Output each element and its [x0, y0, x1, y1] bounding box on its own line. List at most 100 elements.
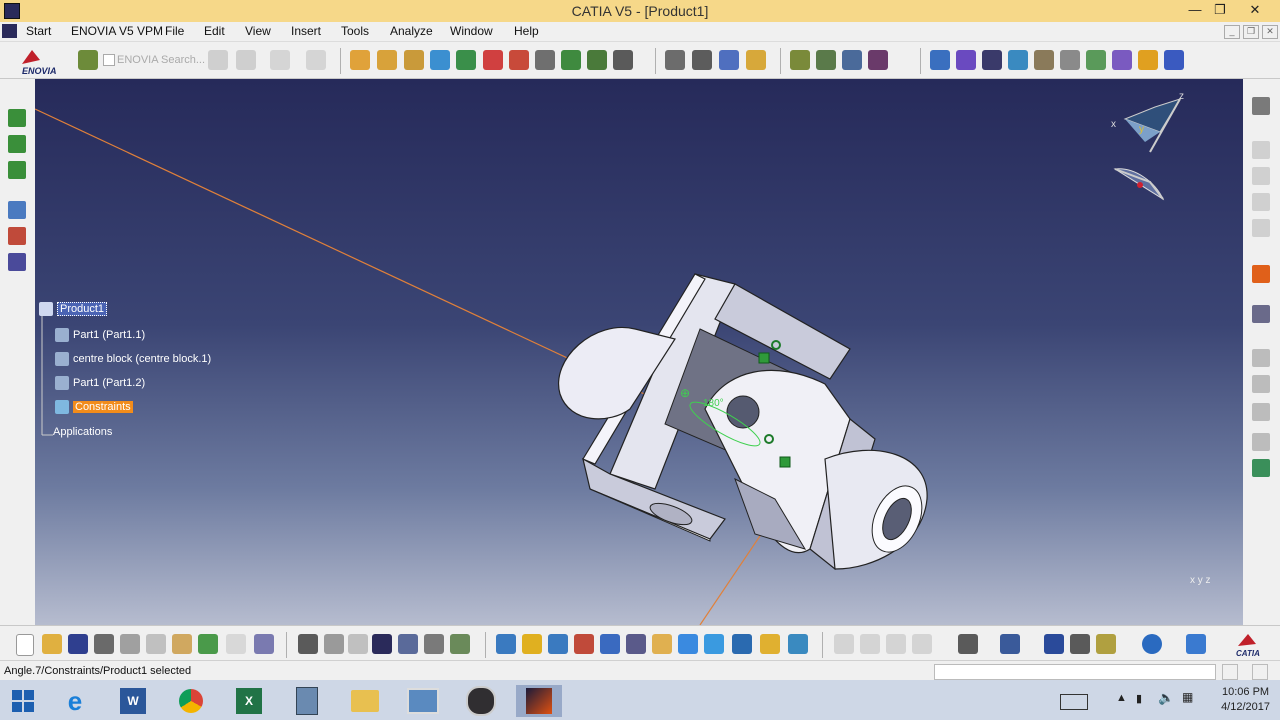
save-icon[interactable] [68, 634, 88, 654]
volume-icon[interactable]: 🔈 [1158, 690, 1174, 706]
table-icon[interactable] [372, 634, 392, 654]
assembly-tool-icon[interactable] [8, 109, 26, 127]
pan-icon[interactable] [548, 634, 568, 654]
keyboard-icon[interactable] [1060, 694, 1088, 710]
3d-viewport[interactable]: ⊕ 180° x y z x y z Product1 Part1 (Part1… [35, 79, 1243, 625]
clash-icon[interactable] [561, 50, 581, 70]
tree-node-part1-1[interactable]: Part1 (Part1.1) [55, 328, 145, 342]
menu-analyze[interactable]: Analyze [390, 24, 433, 38]
isometric-view-icon[interactable] [704, 634, 724, 654]
update-icon[interactable] [1138, 50, 1158, 70]
3d-annotation-icon[interactable] [1252, 433, 1270, 451]
axis-icon[interactable] [1252, 349, 1270, 367]
constraint-offset-icon[interactable] [719, 50, 739, 70]
photos-icon[interactable] [400, 685, 446, 717]
explorer-icon[interactable] [342, 685, 388, 717]
tree-node-centre-block[interactable]: centre block (centre block.1) [55, 352, 211, 366]
gear-icon[interactable] [377, 50, 397, 70]
constraint-tool-icon[interactable] [8, 227, 26, 245]
settings-icon[interactable] [1252, 97, 1270, 115]
fly-mode-icon[interactable] [496, 634, 516, 654]
properties-icon[interactable] [1112, 50, 1132, 70]
lock-icon[interactable] [424, 634, 444, 654]
measure-item-icon[interactable] [1070, 634, 1090, 654]
ie-icon[interactable]: e [52, 685, 98, 717]
layer-icon[interactable] [1186, 634, 1206, 654]
help-icon[interactable] [254, 634, 274, 654]
constraint-coincidence-icon[interactable] [665, 50, 685, 70]
cut-icon[interactable] [120, 634, 140, 654]
enovia-search-label[interactable]: ENOVIA Search... [117, 54, 205, 66]
sort-icon[interactable] [450, 634, 470, 654]
obs-icon[interactable] [458, 685, 504, 717]
signal-icon[interactable]: ▮ [1136, 692, 1142, 705]
mdi-minimize-button[interactable]: _ [1224, 25, 1240, 39]
network-icon[interactable]: ▦ [1182, 690, 1193, 704]
search-checkbox[interactable] [103, 54, 115, 66]
open-folder-icon[interactable] [42, 634, 62, 654]
catalog-icon[interactable] [1086, 50, 1106, 70]
constraint-angle-icon[interactable] [746, 50, 766, 70]
menu-file[interactable]: File [165, 24, 184, 38]
status-button[interactable] [1252, 664, 1268, 680]
measure-icon[interactable] [816, 50, 836, 70]
inertia-icon[interactable] [1096, 634, 1116, 654]
part-icon[interactable] [982, 50, 1002, 70]
compass-widget[interactable]: x y z [1105, 87, 1205, 207]
constraint-contact-icon[interactable] [692, 50, 712, 70]
windows-start-button[interactable] [0, 685, 46, 717]
tray-up-arrow-icon[interactable]: ▲ [1116, 692, 1127, 704]
move-icon[interactable] [1008, 50, 1028, 70]
fix-icon[interactable] [1034, 50, 1054, 70]
reorder-icon[interactable] [587, 50, 607, 70]
menu-edit[interactable]: Edit [204, 24, 225, 38]
formula-tool-icon[interactable] [8, 253, 26, 271]
system-clock[interactable]: 10:06 PM 4/12/2017 [1221, 685, 1270, 715]
catia-icon[interactable] [516, 685, 562, 717]
menu-help[interactable]: Help [514, 24, 539, 38]
refresh-icon[interactable] [1142, 634, 1162, 654]
assembly-tool-icon[interactable] [8, 135, 26, 153]
camera-icon[interactable] [958, 634, 978, 654]
clash-detection-icon[interactable] [1000, 634, 1020, 654]
menu-insert[interactable]: Insert [291, 24, 321, 38]
undo-icon[interactable] [198, 634, 218, 654]
insert-component-icon[interactable] [430, 50, 450, 70]
measure-between-icon[interactable] [1044, 634, 1064, 654]
pen-icon[interactable] [1060, 50, 1080, 70]
chrome-icon[interactable] [168, 685, 214, 717]
formula-icon[interactable] [298, 634, 318, 654]
transform-icon[interactable] [1252, 305, 1270, 323]
gear-icon[interactable] [404, 50, 424, 70]
assembly-tool-icon[interactable] [8, 161, 26, 179]
minimize-button[interactable]: — [1181, 0, 1209, 22]
menu-view[interactable]: View [245, 24, 271, 38]
calculator-icon[interactable] [284, 685, 330, 717]
zoom-out-icon[interactable] [626, 634, 646, 654]
rotate-icon[interactable] [574, 634, 594, 654]
flag-note-icon[interactable] [1252, 403, 1270, 421]
copy-icon[interactable] [146, 634, 166, 654]
multi-view-icon[interactable] [678, 634, 698, 654]
paste-icon[interactable] [172, 634, 192, 654]
shading-icon[interactable] [732, 634, 752, 654]
insert-product-icon[interactable] [456, 50, 476, 70]
fit-all-icon[interactable] [522, 634, 542, 654]
command-input[interactable] [934, 664, 1216, 680]
sketch-icon[interactable] [956, 50, 976, 70]
explode-icon[interactable] [535, 50, 555, 70]
select-arrow-icon[interactable] [1252, 265, 1270, 283]
print-icon[interactable] [94, 634, 114, 654]
word-icon[interactable]: W [110, 685, 156, 717]
menu-start[interactable]: Start [26, 24, 51, 38]
scene-icon[interactable] [868, 50, 888, 70]
zoom-in-icon[interactable] [600, 634, 620, 654]
comment-icon[interactable] [324, 634, 344, 654]
grid-icon[interactable] [1164, 50, 1184, 70]
close-button[interactable]: ✕ [1240, 0, 1270, 22]
new-file-icon[interactable] [16, 634, 34, 656]
text-annotation-icon[interactable] [1252, 375, 1270, 393]
start-icon[interactable] [2, 24, 17, 38]
restore-button[interactable]: ❐ [1206, 0, 1234, 22]
tree-node-constraints[interactable]: Constraints [55, 400, 133, 414]
